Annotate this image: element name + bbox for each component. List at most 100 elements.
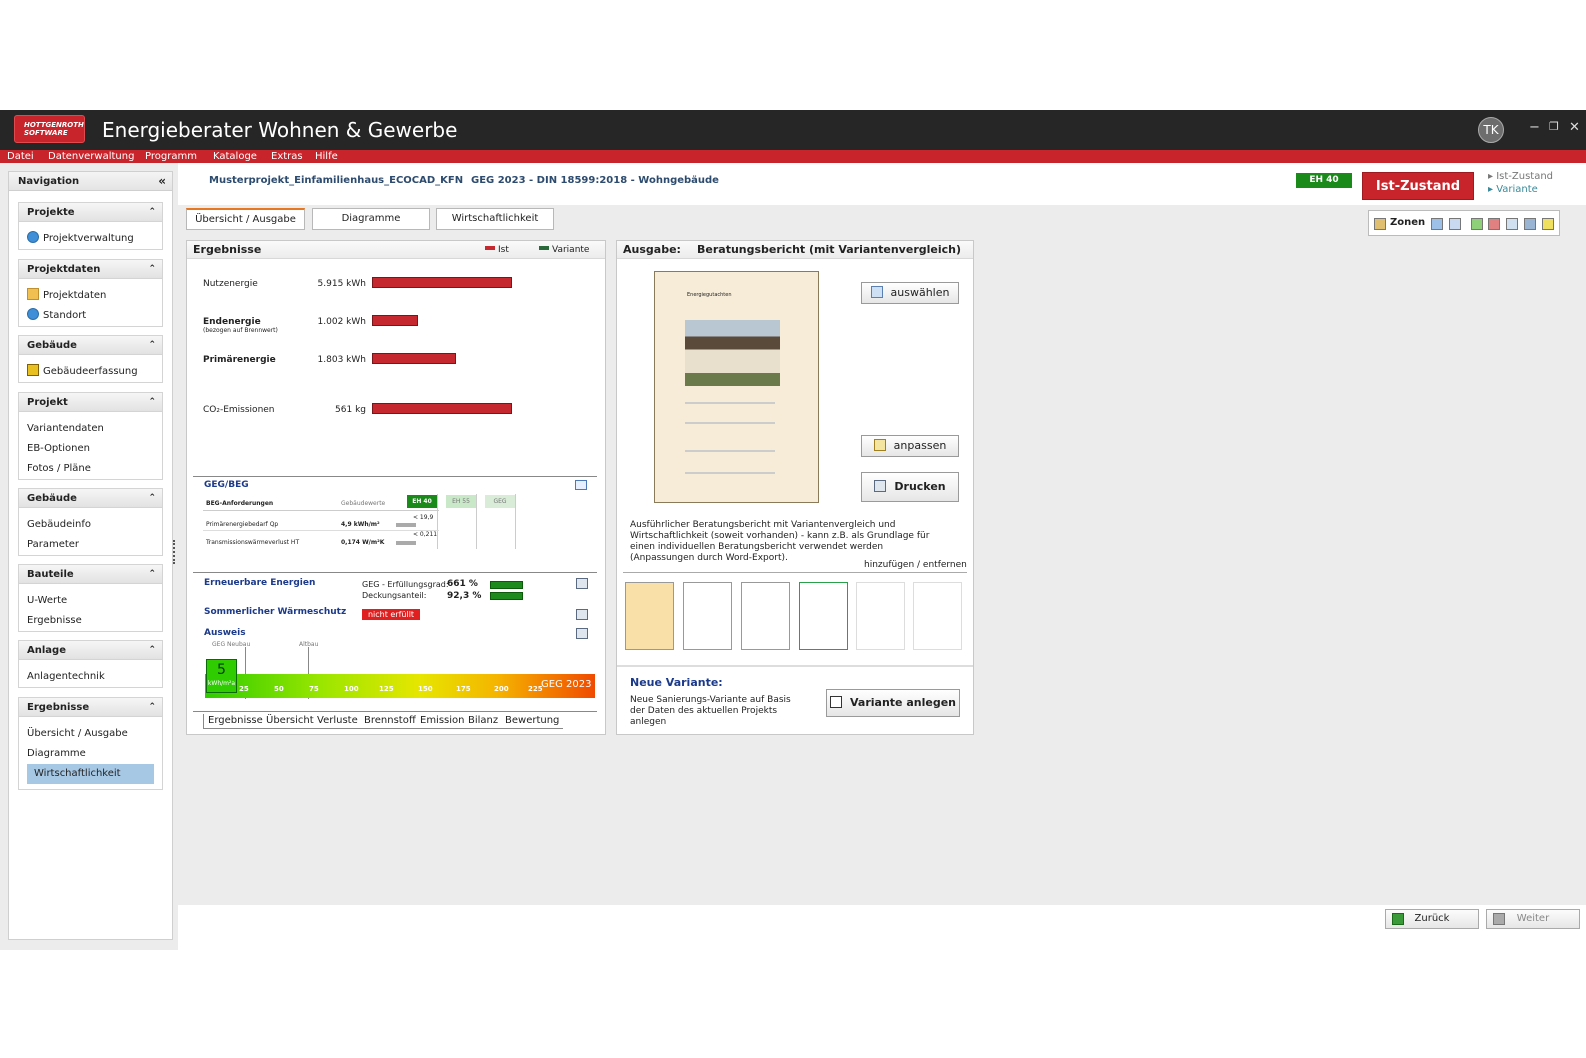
- chevron-up-icon[interactable]: ⌃: [148, 565, 156, 584]
- new-variant-button[interactable]: Variante anlegen: [826, 689, 960, 717]
- thumbnail-empty-1[interactable]: [856, 582, 905, 650]
- printer-icon[interactable]: [576, 609, 588, 620]
- grid-icon[interactable]: [1431, 218, 1443, 230]
- print-button-label: Drucken: [894, 480, 946, 493]
- subtab-ergebnisse[interactable]: Ergebnisse: [203, 714, 267, 729]
- chevron-up-icon[interactable]: ⌃: [148, 641, 156, 660]
- subtab-emission[interactable]: Emission: [416, 714, 469, 729]
- minimize-icon[interactable]: −: [1529, 120, 1540, 135]
- collapse-icon[interactable]: «: [158, 172, 166, 191]
- sidebar-item-diagramme[interactable]: Diagramme: [19, 744, 162, 764]
- edit-icon[interactable]: [575, 480, 587, 490]
- thumbnail-3[interactable]: [741, 582, 790, 650]
- adjust-button[interactable]: anpassen: [861, 435, 959, 457]
- section-header[interactable]: Projekte ⌃: [19, 203, 162, 222]
- subtab-verluste[interactable]: Verluste: [313, 714, 362, 729]
- legend-variante[interactable]: ▸ Variante: [1488, 184, 1538, 195]
- menu-hilfe[interactable]: Hilfe: [315, 150, 338, 163]
- nav-section-projektdaten: Projektdaten ⌃ Projektdaten Standort: [18, 259, 163, 327]
- printer-icon[interactable]: [576, 578, 588, 589]
- chevron-up-icon[interactable]: ⌃: [148, 260, 156, 279]
- back-button[interactable]: Zurück: [1385, 909, 1479, 929]
- thumbnail-2[interactable]: [683, 582, 732, 650]
- report-preview[interactable]: Energiegutachten: [654, 271, 819, 503]
- sidebar-item-eb-optionen[interactable]: EB-Optionen: [19, 439, 162, 459]
- subtab-uebersicht[interactable]: Übersicht: [262, 714, 318, 729]
- close-icon[interactable]: ✕: [1569, 120, 1580, 135]
- thumbnail-1[interactable]: [625, 582, 674, 650]
- thumbnail-4[interactable]: [799, 582, 848, 650]
- print-button[interactable]: Drucken: [861, 472, 959, 502]
- sidebar-item-gebaeudeinfo[interactable]: Gebäudeinfo: [19, 515, 162, 535]
- sidebar-item-uebersicht-ausgabe[interactable]: Übersicht / Ausgabe: [19, 724, 162, 744]
- section-header[interactable]: Gebäude ⌃: [19, 489, 162, 508]
- legend-ist-zustand[interactable]: ▸ Ist-Zustand: [1488, 171, 1553, 182]
- chevron-up-icon[interactable]: ⌃: [148, 336, 156, 355]
- section-header[interactable]: Projekt ⌃: [19, 393, 162, 412]
- section-header[interactable]: Projektdaten ⌃: [19, 260, 162, 279]
- section-header[interactable]: Gebäude ⌃: [19, 336, 162, 355]
- state-button[interactable]: Ist-Zustand: [1362, 172, 1474, 200]
- window-icon[interactable]: [1506, 218, 1518, 230]
- sidebar-item-u-werte[interactable]: U-Werte: [19, 591, 162, 611]
- sidebar-item-fotos-plaene[interactable]: Fotos / Pläne: [19, 459, 162, 479]
- tab-wirtschaftlichkeit[interactable]: Wirtschaftlichkeit: [436, 208, 554, 230]
- sidebar-item-anlagentechnik[interactable]: Anlagentechnik: [19, 667, 162, 687]
- subtab-bilanz[interactable]: Bilanz: [464, 714, 503, 729]
- text-line: [685, 402, 775, 404]
- wall-icon[interactable]: [1488, 218, 1500, 230]
- sidebar-item-ergebnisse[interactable]: Ergebnisse: [19, 611, 162, 631]
- tab-uebersicht-ausgabe[interactable]: Übersicht / Ausgabe: [186, 208, 305, 230]
- geg-divider: [515, 494, 516, 549]
- geg-limit: < 19,9: [413, 514, 434, 521]
- sidebar-item-projektdaten[interactable]: Projektdaten: [19, 286, 162, 306]
- subtab-bewertung[interactable]: Bewertung: [501, 714, 564, 729]
- sidebar-item-standort[interactable]: Standort: [19, 306, 162, 326]
- table-icon[interactable]: [1449, 218, 1461, 230]
- menu-datenverwaltung[interactable]: Datenverwaltung: [48, 150, 134, 163]
- thumbnail-empty-2[interactable]: [913, 582, 962, 650]
- section-header[interactable]: Bauteile ⌃: [19, 565, 162, 584]
- bulb-icon[interactable]: [1542, 218, 1554, 230]
- sidebar-item-parameter[interactable]: Parameter: [19, 535, 162, 555]
- section-header[interactable]: Anlage ⌃: [19, 641, 162, 660]
- zones-icon[interactable]: [1374, 218, 1386, 230]
- restore-icon[interactable]: ❐: [1549, 120, 1559, 133]
- subtab-brennstoff[interactable]: Brennstoff: [360, 714, 420, 729]
- sidebar-item-label: Gebäudeerfassung: [43, 366, 138, 377]
- tab-diagramme[interactable]: Diagramme: [312, 208, 430, 230]
- sidebar-item-gebaeudeerfassung[interactable]: Gebäudeerfassung: [19, 362, 162, 382]
- scale-tick: 100: [344, 685, 359, 693]
- menu-kataloge[interactable]: Kataloge: [213, 150, 257, 163]
- house-icon[interactable]: [1471, 218, 1483, 230]
- roof-icon[interactable]: [1524, 218, 1536, 230]
- chevron-up-icon[interactable]: ⌃: [148, 698, 156, 717]
- sidebar-item-projektverwaltung[interactable]: Projektverwaltung: [19, 229, 162, 249]
- section-header[interactable]: Ergebnisse ⌃: [19, 698, 162, 717]
- menu-datei[interactable]: Datei: [7, 150, 34, 163]
- section-title: Gebäude: [27, 493, 77, 504]
- report-description: Ausführlicher Beratungsbericht mit Varia…: [630, 520, 930, 563]
- scale-tick: 75: [309, 685, 319, 693]
- geg-col-values: Gebäudewerte: [341, 500, 386, 507]
- sidebar-item-variantendaten[interactable]: Variantendaten: [19, 419, 162, 439]
- user-avatar[interactable]: TK: [1478, 117, 1504, 143]
- menu-programm[interactable]: Programm: [145, 150, 197, 163]
- chevron-up-icon[interactable]: ⌃: [148, 203, 156, 222]
- add-remove-link[interactable]: hinzufügen / entfernen: [864, 560, 967, 570]
- divider: [193, 476, 597, 477]
- geg-row-value: 0,174 W/m²K: [341, 539, 385, 546]
- select-button[interactable]: auswählen: [861, 282, 959, 304]
- sidebar-item-label: Ergebnisse: [27, 615, 82, 626]
- chevron-up-icon[interactable]: ⌃: [148, 393, 156, 412]
- printer-icon[interactable]: [576, 628, 588, 639]
- chevron-up-icon[interactable]: ⌃: [148, 489, 156, 508]
- splitter-handle[interactable]: [173, 540, 176, 564]
- menu-extras[interactable]: Extras: [271, 150, 303, 163]
- zones-label[interactable]: Zonen: [1390, 217, 1425, 228]
- scale-tick: 175: [456, 685, 471, 693]
- next-button[interactable]: Weiter: [1486, 909, 1580, 929]
- text-line: [685, 472, 775, 474]
- legend-ist: Ist: [485, 241, 509, 259]
- sidebar-item-wirtschaftlichkeit[interactable]: Wirtschaftlichkeit: [27, 764, 154, 784]
